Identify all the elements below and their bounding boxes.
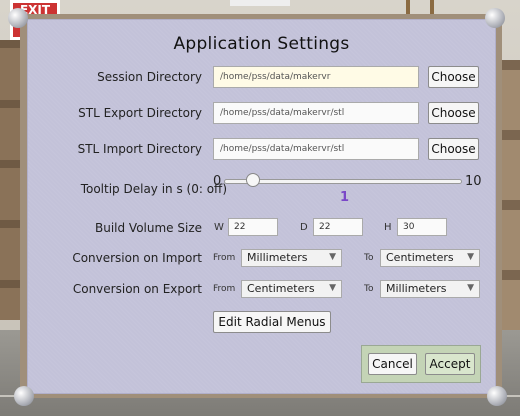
session-directory-label: Session Directory bbox=[97, 70, 202, 84]
slider-value: 1 bbox=[340, 190, 350, 205]
chevron-down-icon: ▼ bbox=[467, 252, 474, 262]
chevron-down-icon: ▼ bbox=[329, 252, 336, 262]
stl-export-choose-button[interactable]: Choose bbox=[428, 102, 479, 124]
conversion-export-label: Conversion on Export bbox=[72, 282, 202, 296]
export-from-value: Centimeters bbox=[247, 282, 315, 295]
import-from-label: From bbox=[213, 253, 236, 263]
export-to-label: To bbox=[364, 284, 374, 294]
corner-handle-icon[interactable] bbox=[487, 386, 507, 406]
corner-handle-icon[interactable] bbox=[485, 8, 505, 28]
height-label: H bbox=[384, 222, 392, 233]
slider-min-label: 0 bbox=[213, 174, 222, 189]
stl-export-input[interactable]: /home/pss/data/makervr/stl bbox=[213, 102, 419, 124]
tooltip-delay-label: Tooltip Delay in s (0: off) bbox=[80, 182, 227, 196]
session-directory-input[interactable]: /home/pss/data/makervr bbox=[213, 66, 419, 88]
stl-export-label: STL Export Directory bbox=[78, 106, 202, 120]
build-volume-label: Build Volume Size bbox=[94, 221, 202, 235]
stl-import-label: STL Import Directory bbox=[77, 142, 202, 156]
corner-handle-icon[interactable] bbox=[14, 386, 34, 406]
corner-handle-icon[interactable] bbox=[8, 8, 28, 28]
accept-button[interactable]: Accept bbox=[425, 353, 475, 375]
dialog-title: Application Settings bbox=[173, 34, 350, 54]
height-input[interactable]: 30 bbox=[397, 218, 447, 236]
session-choose-button[interactable]: Choose bbox=[428, 66, 479, 88]
export-from-select[interactable]: Centimeters ▼ bbox=[241, 280, 342, 298]
export-to-value: Millimeters bbox=[386, 282, 447, 295]
depth-input[interactable]: 22 bbox=[313, 218, 363, 236]
import-to-label: To bbox=[364, 253, 374, 263]
width-input[interactable]: 22 bbox=[228, 218, 278, 236]
chevron-down-icon: ▼ bbox=[329, 283, 336, 293]
import-from-select[interactable]: Millimeters ▼ bbox=[241, 249, 342, 267]
export-from-label: From bbox=[213, 284, 236, 294]
chevron-down-icon: ▼ bbox=[467, 283, 474, 293]
ceiling-lamp bbox=[230, 0, 290, 6]
stl-import-input[interactable]: /home/pss/data/makervr/stl bbox=[213, 138, 419, 160]
cancel-button[interactable]: Cancel bbox=[368, 353, 417, 375]
depth-label: D bbox=[300, 222, 308, 233]
stl-import-choose-button[interactable]: Choose bbox=[428, 138, 479, 160]
export-to-select[interactable]: Millimeters ▼ bbox=[380, 280, 480, 298]
width-label: W bbox=[214, 222, 224, 233]
import-to-select[interactable]: Centimeters ▼ bbox=[380, 249, 480, 267]
import-from-value: Millimeters bbox=[247, 251, 308, 264]
edit-radial-menus-button[interactable]: Edit Radial Menus bbox=[213, 311, 331, 333]
conversion-import-label: Conversion on Import bbox=[72, 251, 202, 265]
import-to-value: Centimeters bbox=[386, 251, 454, 264]
slider-thumb[interactable] bbox=[245, 173, 260, 187]
slider-max-label: 10 bbox=[465, 174, 482, 189]
